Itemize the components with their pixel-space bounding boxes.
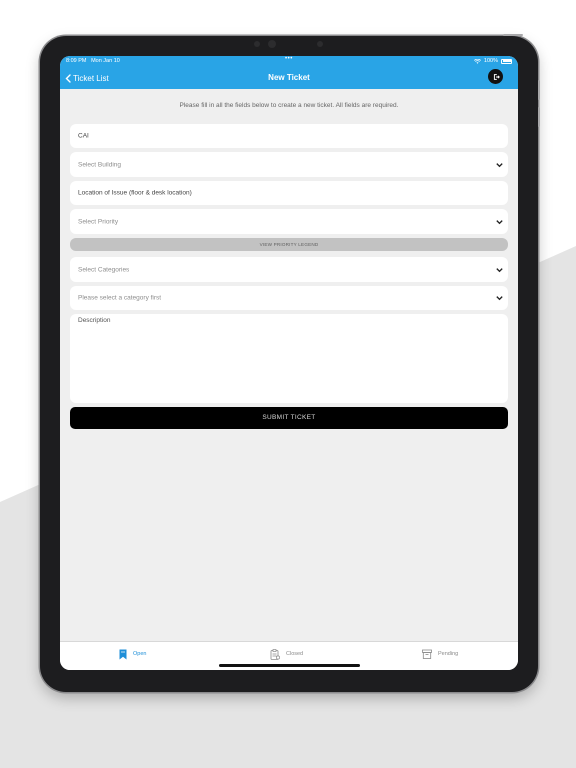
home-indicator[interactable] [219,664,360,667]
logout-button[interactable] [488,69,503,84]
client-field[interactable]: CAI [70,124,508,148]
location-input-placeholder: Location of Issue (floor & desk location… [78,189,192,197]
client-value: CAI [78,132,89,140]
chevron-down-icon [496,219,503,224]
description-textarea[interactable]: Description [70,314,508,403]
tab-open[interactable]: Open [119,648,146,660]
location-input[interactable]: Location of Issue (floor & desk location… [70,181,508,205]
wifi-icon [473,58,481,64]
tab-pending-label: Pending [438,651,459,657]
logout-icon [493,73,500,80]
building-select[interactable]: Select Building [70,152,508,177]
submit-ticket-button[interactable]: SUBMIT TICKET [70,407,508,429]
description-placeholder: Description [78,317,111,324]
priority-select[interactable]: Select Priority [70,209,508,234]
navigation-bar: 8:09 PM Mon Jan 10 ••• 100% Ticket List … [60,56,518,89]
status-time: 8:09 PM Mon Jan 10 [66,58,120,64]
battery-percent: 100% [483,58,498,64]
page-title: New Ticket [268,73,310,82]
chevron-down-icon [496,162,503,167]
tab-pending[interactable]: Pending [422,648,458,660]
tab-closed[interactable]: Closed [270,648,303,660]
camera-sensor [254,41,260,47]
bookmark-icon [119,649,127,659]
tab-bar: Open Closed Pending [60,641,518,670]
priority-select-placeholder: Select Priority [78,218,119,225]
subcategory-select-placeholder: Please select a category first [78,294,162,302]
tab-open-label: Open [133,651,147,657]
building-select-placeholder: Select Building [78,161,121,168]
chevron-down-icon [496,296,503,301]
categories-select[interactable]: Select Categories [70,257,508,282]
chevron-down-icon [496,267,503,272]
power-button [503,34,523,36]
camera-sensor [268,40,276,48]
categories-select-placeholder: Select Categories [78,266,130,273]
status-right: 100% [473,58,512,64]
tab-closed-label: Closed [286,651,304,657]
form-instructions: Please fill in all the fields below to c… [179,102,399,109]
view-priority-legend-button[interactable]: VIEW PRIORITY LEGEND [70,238,508,251]
battery-icon [501,58,512,64]
volume-button [538,107,540,127]
subcategory-select[interactable]: Please select a category first [70,286,508,310]
multitask-dots: ••• [285,56,293,62]
clipboard-icon [270,648,280,660]
camera-sensor [317,41,323,47]
app-screen: 8:09 PM Mon Jan 10 ••• 100% Ticket List … [60,56,518,670]
status-bar: 8:09 PM Mon Jan 10 ••• 100% [60,56,518,66]
archive-box-icon [422,649,432,659]
volume-button [538,80,540,100]
